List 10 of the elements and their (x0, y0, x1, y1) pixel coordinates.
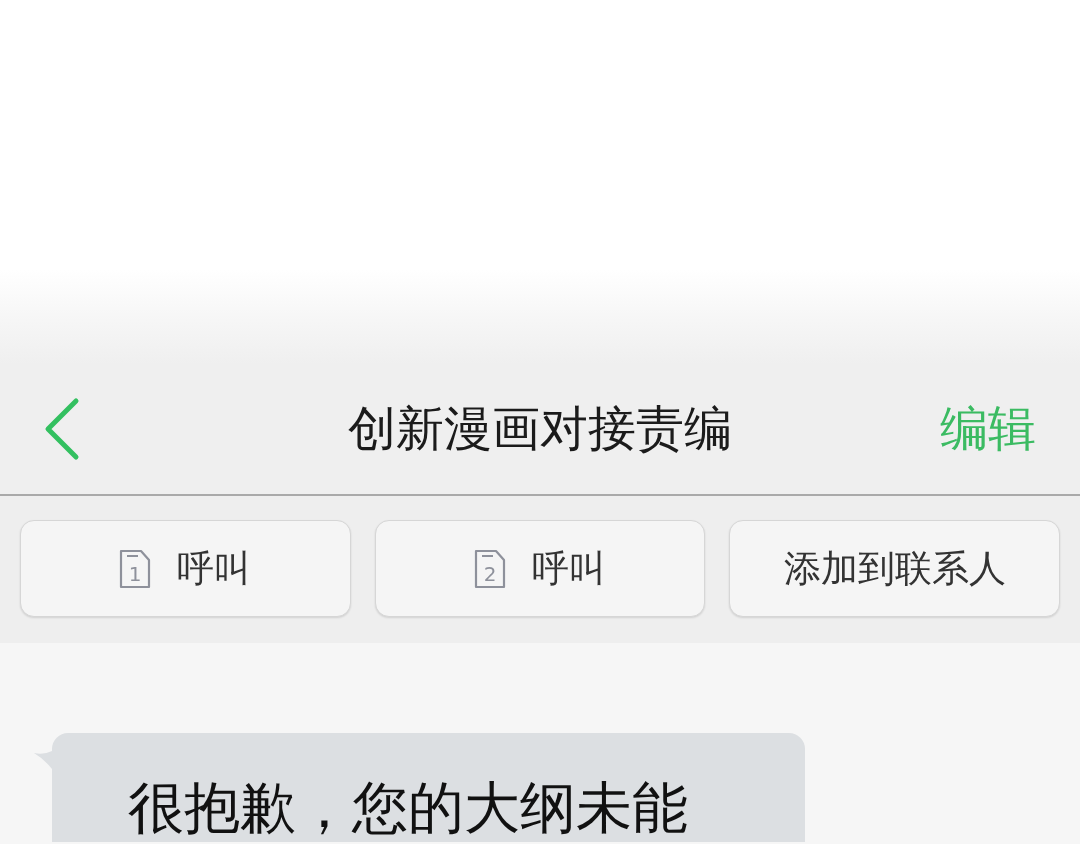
chevron-left-icon (44, 397, 80, 461)
call-button[interactable]: 2 呼叫 (374, 520, 706, 617)
message-bubble: 很抱歉，您的大纲未能 (52, 733, 805, 842)
bubble-tail-icon (34, 751, 52, 769)
contact-title: 创新漫画对接责编 (348, 400, 732, 458)
call-button[interactable]: 1 呼叫 (20, 520, 351, 617)
back-button[interactable] (44, 397, 80, 461)
add-to-contacts-button[interactable]: 添加到联系人 (729, 520, 1060, 617)
sim-card-icon: 1 (119, 548, 152, 589)
sim-card-icon: 2 (474, 548, 506, 589)
